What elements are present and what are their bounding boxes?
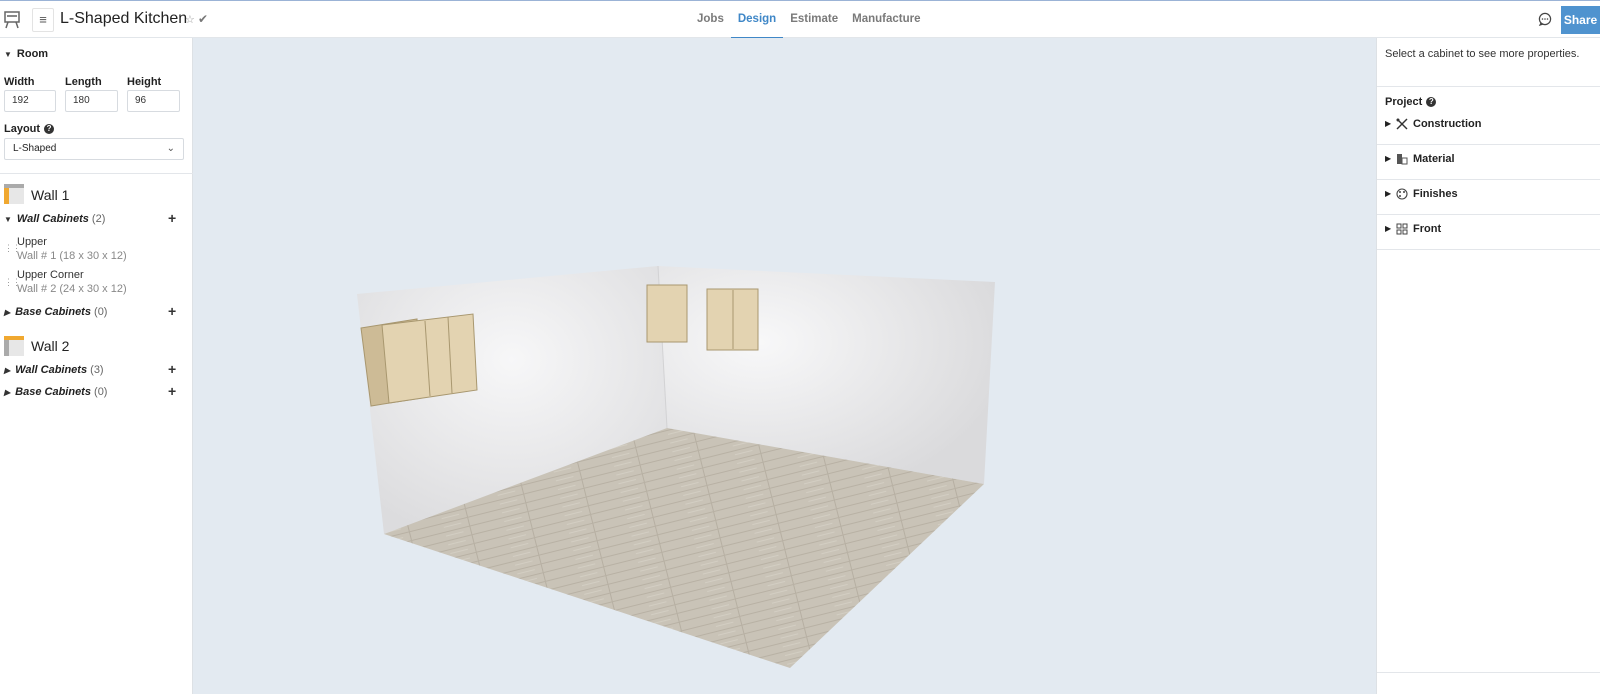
saved-check-icon: ✔	[198, 12, 209, 26]
add-base-cabinet-button[interactable]: +	[168, 303, 176, 319]
selection-hint: Select a cabinet to see more properties.	[1385, 48, 1580, 60]
easel-logo-icon[interactable]	[4, 11, 20, 29]
material-icon	[1397, 154, 1408, 165]
height-label: Height	[127, 76, 162, 88]
wall-1-wall-cabinets[interactable]: ▼ Wall Cabinets (2)	[4, 213, 105, 225]
inspector-panel: Select a cabinet to see more properties.…	[1376, 38, 1600, 694]
tab-design[interactable]: Design	[730, 1, 784, 39]
room-heading: Room	[16, 48, 49, 60]
section-construction[interactable]: ▶ Construction	[1377, 110, 1600, 145]
group-count: (0)	[94, 306, 108, 318]
chat-icon[interactable]	[1538, 12, 1552, 26]
section-label: Finishes	[1413, 188, 1458, 200]
wall-2-base-cabinets[interactable]: ▶ Base Cabinets (0)	[4, 386, 107, 398]
caret-right-icon: ▶	[1385, 154, 1392, 163]
upper-cabinet-1[interactable]	[646, 284, 688, 343]
group-name: Base Cabinets	[15, 306, 91, 318]
divider	[1377, 672, 1600, 673]
length-label: Length	[65, 76, 102, 88]
section-label: Material	[1413, 153, 1455, 165]
cabinet-item-upper-corner[interactable]: Upper Corner Wall # 2 (24 x 30 x 12)	[17, 269, 127, 295]
menu-button[interactable]: ≡	[32, 8, 54, 32]
wall-2-title: Wall 2	[31, 338, 70, 354]
layout-label: Layout?	[4, 123, 55, 135]
main-tabs: Jobs Design Estimate Manufacture	[690, 1, 928, 39]
add-wall-cabinet-button[interactable]: +	[168, 210, 176, 226]
cabinet-name: Upper	[17, 236, 47, 248]
section-finishes[interactable]: ▶ Finishes	[1377, 180, 1600, 215]
group-name: Wall Cabinets	[16, 213, 89, 225]
group-count: (2)	[91, 213, 106, 225]
3d-viewport[interactable]	[193, 38, 1376, 694]
group-count: (0)	[94, 386, 108, 398]
share-button[interactable]: Share	[1561, 6, 1600, 34]
length-input[interactable]: 180	[65, 90, 118, 112]
star-icon[interactable]: ☆	[185, 13, 195, 26]
divider	[1377, 86, 1600, 87]
caret-right-icon: ▶	[1385, 189, 1392, 198]
cabinet-detail: Wall # 1 (18 x 30 x 12)	[17, 250, 127, 262]
cabinet-detail: Wall # 2 (24 x 30 x 12)	[17, 283, 127, 295]
cabinet-item-upper[interactable]: Upper Wall # 1 (18 x 30 x 12)	[17, 236, 127, 262]
section-material[interactable]: ▶ Material	[1377, 145, 1600, 180]
hamburger-icon: ≡	[39, 12, 47, 27]
caret-right-icon: ▶	[4, 388, 11, 397]
tab-jobs[interactable]: Jobs	[690, 1, 731, 39]
width-input[interactable]: 192	[4, 90, 56, 112]
top-bar: ≡ L-Shaped Kitchen ☆ ✔ Jobs Design Estim…	[0, 0, 1600, 39]
caret-right-icon: ▶	[1385, 119, 1392, 128]
group-count: (3)	[90, 364, 104, 376]
room-section-header[interactable]: ▼ Room	[4, 48, 48, 60]
grid-icon	[1396, 223, 1408, 235]
tab-estimate[interactable]: Estimate	[783, 1, 845, 39]
project-label: Project?	[1385, 96, 1437, 108]
wall-2-icon	[4, 336, 24, 356]
caret-right-icon: ▶	[4, 366, 11, 375]
caret-right-icon: ▶	[4, 308, 11, 317]
layout-label-text: Layout	[4, 123, 41, 135]
width-label: Width	[4, 76, 35, 88]
group-name: Wall Cabinets	[15, 364, 88, 376]
layout-select[interactable]: L-Shaped ⌄	[4, 138, 184, 160]
divider	[0, 173, 193, 174]
section-front[interactable]: ▶ Front	[1377, 215, 1600, 250]
wall-2-wall-cabinets[interactable]: ▶ Wall Cabinets (3)	[4, 364, 104, 376]
wall-1-title: Wall 1	[31, 187, 70, 203]
tools-icon	[1396, 118, 1408, 130]
project-title[interactable]: L-Shaped Kitchen	[60, 10, 187, 28]
add-base-cabinet-button[interactable]: +	[168, 383, 176, 399]
palette-icon	[1396, 188, 1408, 200]
left-panel: ▼ Room Width Length Height 192 180 96 Lay…	[0, 38, 193, 694]
help-icon[interactable]: ?	[44, 124, 55, 134]
upper-cabinet-2[interactable]	[706, 288, 759, 351]
cabinet-name: Upper Corner	[17, 269, 84, 281]
layout-value: L-Shaped	[13, 143, 57, 154]
group-name: Base Cabinets	[15, 386, 91, 398]
caret-down-icon: ▼	[4, 50, 12, 59]
section-label: Construction	[1413, 118, 1482, 130]
tab-manufacture[interactable]: Manufacture	[845, 1, 927, 39]
help-icon[interactable]: ?	[1426, 97, 1437, 107]
height-input[interactable]: 96	[127, 90, 180, 112]
upper-corner-cabinet[interactable]	[360, 313, 478, 407]
chevron-down-icon: ⌄	[166, 143, 175, 154]
project-label-text: Project	[1385, 96, 1423, 108]
section-label: Front	[1413, 223, 1442, 235]
wall-1-icon	[4, 184, 24, 204]
caret-right-icon: ▶	[1385, 224, 1392, 233]
add-wall-cabinet-button[interactable]: +	[168, 361, 176, 377]
caret-down-icon: ▼	[4, 215, 12, 224]
room-render[interactable]	[193, 38, 1376, 694]
wall-1-base-cabinets[interactable]: ▶ Base Cabinets (0)	[4, 306, 107, 318]
